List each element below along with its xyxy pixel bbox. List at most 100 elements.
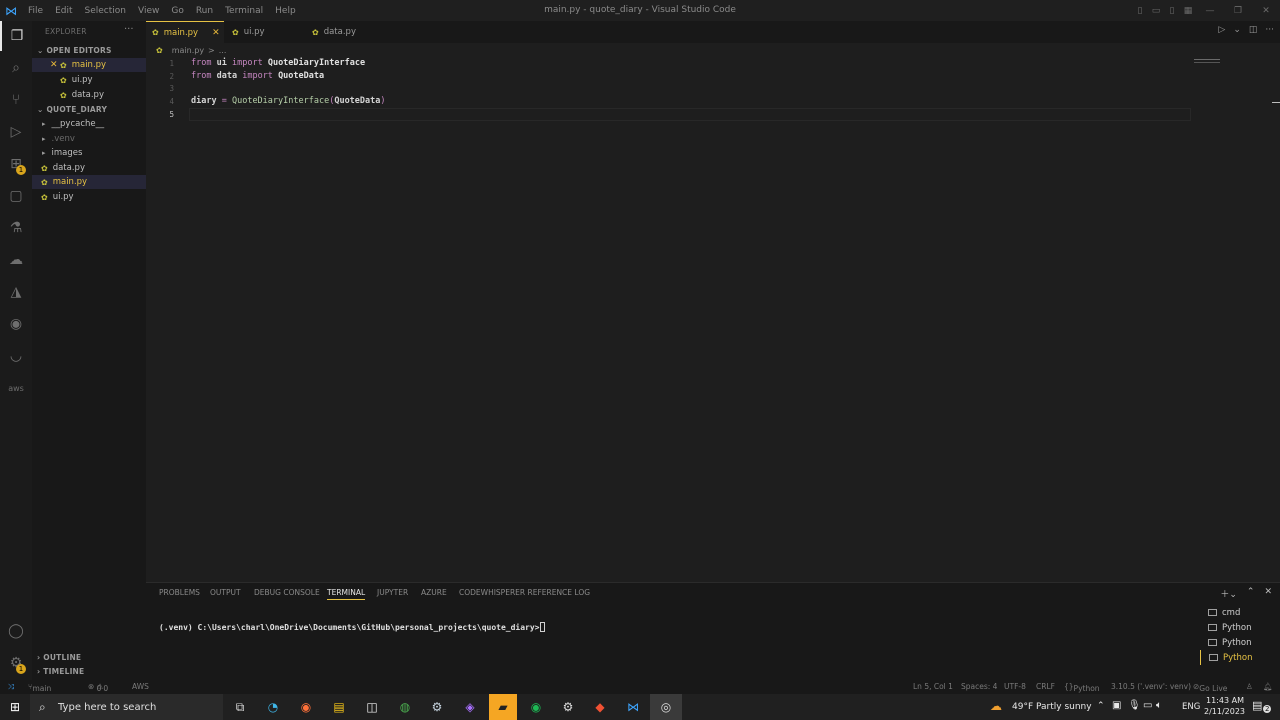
breadcrumb-symbols[interactable]: ... (219, 46, 227, 55)
indentation[interactable]: Spaces: 4 (961, 682, 997, 691)
menu-go[interactable]: Go (165, 6, 189, 16)
notification-center-icon[interactable]: ▤ (1252, 699, 1262, 712)
tree-item-folder[interactable]: ▸ __pycache__ (32, 117, 146, 131)
aws-icon[interactable]: aws (0, 373, 32, 403)
open-editor-item[interactable]: ✕ ✿ main.py (32, 58, 146, 72)
split-editor-icon[interactable]: ◫ (1249, 25, 1258, 35)
tab-main-py[interactable]: ✿ main.py ✕ (146, 21, 224, 43)
tab-data-py[interactable]: ✿ data.py (306, 21, 386, 43)
tree-item-folder[interactable]: ▸ images (32, 146, 146, 160)
spotify-icon[interactable]: ◉ (526, 697, 546, 717)
menu-edit[interactable]: Edit (49, 6, 78, 16)
source-control-icon[interactable]: ⑂ (0, 85, 32, 115)
terminal-item[interactable]: Python (1200, 650, 1280, 665)
python-interpreter[interactable]: 3.10.5 ('.venv': venv) (1111, 682, 1191, 691)
minimap[interactable] (1194, 59, 1220, 63)
outline-section[interactable]: › OUTLINE (37, 653, 81, 662)
toggle-secondary-sidebar-icon[interactable]: ▯ (1164, 0, 1180, 21)
tab-terminal[interactable]: TERMINAL (327, 588, 366, 600)
go-live-status[interactable]: ⊘ Go Live (1193, 682, 1227, 693)
sticky-notes-icon[interactable]: ▰ (489, 694, 517, 720)
tab-output[interactable]: OUTPUT (210, 588, 241, 597)
branch-status[interactable]: ⑂ main (28, 682, 51, 693)
obs-icon[interactable]: ◎ (650, 694, 682, 720)
aws-status[interactable]: AWS (132, 682, 149, 691)
problems-status[interactable]: ⊗ 0 ⚠ 0 (88, 682, 108, 693)
chevron-down-icon[interactable]: ⌄ (1233, 25, 1241, 35)
edge-icon[interactable]: ◔ (263, 697, 283, 717)
explorer-icon[interactable]: ❐ (0, 21, 32, 51)
toggle-panel-icon[interactable]: ▭ (1148, 0, 1164, 21)
chrome-icon[interactable]: ◍ (395, 697, 415, 717)
close-panel-icon[interactable]: ✕ (1264, 587, 1272, 600)
tab-azure[interactable]: AZURE (421, 588, 447, 597)
customize-layout-icon[interactable]: ▦ (1180, 0, 1196, 21)
azure-icon[interactable]: ◮ (0, 277, 32, 307)
open-editor-item[interactable]: ✿ data.py (32, 88, 146, 102)
tree-item-file[interactable]: ✿ main.py (32, 175, 146, 189)
tree-item-file[interactable]: ✿ ui.py (32, 190, 146, 204)
vscode-taskbar-icon[interactable]: ⋈ (623, 697, 643, 717)
terminal-item[interactable]: Python (1200, 620, 1280, 635)
gitlab-icon[interactable]: ◡ (0, 341, 32, 371)
chevron-up-icon[interactable]: ⌃ (1097, 701, 1105, 711)
tab-problems[interactable]: PROBLEMS (159, 588, 200, 597)
task-view-icon[interactable]: ⧉ (230, 697, 250, 717)
code-editor[interactable]: 1 2 3 4 5 from ui import QuoteDiaryInter… (146, 57, 1280, 580)
terminal-output[interactable]: (.venv) C:\Users\charl\OneDrive\Document… (159, 622, 545, 632)
terminal-item[interactable]: Python (1200, 635, 1280, 650)
language-mode[interactable]: {} Python (1064, 682, 1100, 693)
gitlens-icon[interactable]: ◉ (0, 309, 32, 339)
open-editor-item[interactable]: ✿ ui.py (32, 73, 146, 87)
line-ending[interactable]: CRLF (1036, 682, 1055, 691)
volume-icon[interactable]: 🔈︎ (1156, 700, 1162, 711)
menu-run[interactable]: Run (190, 6, 219, 16)
steam-icon[interactable]: ⚙ (427, 697, 447, 717)
tab-ui-py[interactable]: ✿ ui.py (226, 21, 306, 43)
close-icon[interactable]: ✕ (50, 60, 60, 70)
git-icon[interactable]: ◆ (590, 697, 610, 717)
accounts-status-icon[interactable]: ♙ (1246, 682, 1253, 691)
restore-button[interactable]: ❐ (1224, 0, 1252, 21)
menu-help[interactable]: Help (269, 6, 302, 16)
toggle-sidebar-icon[interactable]: ▯ (1132, 0, 1148, 21)
folder-section[interactable]: ⌄ QUOTE_DIARY (37, 105, 107, 114)
maximize-panel-icon[interactable]: ⌃ (1247, 587, 1255, 600)
cursor-position[interactable]: Ln 5, Col 1 (913, 682, 953, 691)
close-window-button[interactable]: ✕ (1252, 0, 1280, 21)
onedrive-icon[interactable]: ▣ (1112, 700, 1121, 711)
run-python-icon[interactable]: ▷ (1218, 25, 1225, 35)
run-debug-icon[interactable]: ▷ (0, 117, 32, 147)
taskbar-search[interactable]: ⌕ Type here to search (30, 694, 223, 720)
menu-view[interactable]: View (132, 6, 165, 16)
more-actions-icon[interactable]: ··· (124, 24, 134, 35)
microphone-icon[interactable]: 🎙︎ (1128, 700, 1141, 711)
menu-file[interactable]: File (22, 6, 49, 16)
encoding[interactable]: UTF-8 (1004, 682, 1026, 691)
open-editors-section[interactable]: ⌄ OPEN EDITORS (37, 46, 112, 55)
close-icon[interactable]: ✕ (212, 28, 220, 38)
firefox-icon[interactable]: ◉ (296, 697, 316, 717)
file-explorer-icon[interactable]: ▤ (329, 697, 349, 717)
game-launcher-icon[interactable]: ◈ (460, 697, 480, 717)
settings-icon[interactable]: ⚙ (558, 697, 578, 717)
breadcrumb-file[interactable]: main.py (172, 46, 204, 55)
timeline-section[interactable]: › TIMELINE (37, 667, 84, 676)
tab-jupyter[interactable]: JUPYTER (377, 588, 408, 597)
network-icon[interactable]: ▭ (1143, 700, 1152, 711)
store-icon[interactable]: ◫ (362, 697, 382, 717)
tree-item-file[interactable]: ✿ data.py (32, 161, 146, 175)
manage-gear-icon[interactable]: ⚙ 1 (0, 648, 32, 678)
tab-codewhisperer-log[interactable]: CODEWHISPERER REFERENCE LOG (459, 588, 590, 597)
remote-icon[interactable]: ⤨ (8, 682, 14, 692)
menu-selection[interactable]: Selection (79, 6, 132, 16)
search-icon[interactable]: ⌕ (0, 53, 32, 83)
weather-text[interactable]: 49°F Partly sunny (1012, 702, 1092, 712)
docker-icon[interactable]: ☁ (0, 245, 32, 275)
menu-terminal[interactable]: Terminal (219, 6, 269, 16)
weather-icon[interactable]: ☁ (990, 699, 1002, 713)
windows-start-icon[interactable]: ⊞ (5, 697, 25, 717)
tab-debug-console[interactable]: DEBUG CONSOLE (254, 588, 320, 597)
accounts-icon[interactable]: ◯ (0, 616, 32, 646)
code-line[interactable]: from data import QuoteData (191, 71, 324, 81)
